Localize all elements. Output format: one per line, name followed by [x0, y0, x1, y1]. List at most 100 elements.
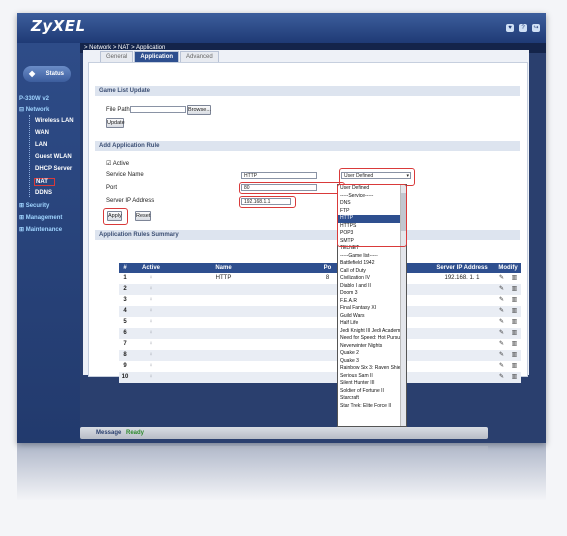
dropdown-option[interactable]: Serious Sam II: [338, 373, 406, 381]
dropdown-option[interactable]: Civilization IV: [338, 275, 406, 283]
server-ip-label: Server IP Address: [106, 198, 155, 204]
edit-icon[interactable]: ✎: [495, 350, 508, 361]
col-name: Name: [215, 265, 232, 271]
service-name-input[interactable]: HTTP: [241, 172, 317, 179]
edit-icon[interactable]: ✎: [495, 295, 508, 306]
dropdown-option[interactable]: Neverwinter Nights: [338, 343, 406, 351]
port-label: Port: [106, 185, 118, 191]
row-number: 10: [121, 374, 129, 380]
dropdown-option[interactable]: Silent Hunter III: [338, 380, 406, 388]
sidebar-group-maintenance[interactable]: ⊞ Maintenance: [19, 226, 62, 233]
top-bar: ZyXEL ♥ ? ↪: [17, 13, 546, 43]
trash-icon[interactable]: ▥: [508, 339, 521, 350]
sidebar-item-nat[interactable]: NAT: [34, 178, 55, 186]
server-ip-highlight: [239, 196, 296, 208]
edit-icon[interactable]: ✎: [495, 317, 508, 328]
browse-button[interactable]: Browse...: [187, 105, 211, 115]
lightbulb-icon[interactable]: ♀: [131, 306, 171, 317]
row-server-ip: 192.168. 1. 1: [444, 275, 480, 281]
lightbulb-icon[interactable]: ♀: [131, 350, 171, 361]
dropdown-option[interactable]: Quake 3: [338, 358, 406, 366]
lightbulb-icon[interactable]: ♀: [131, 372, 171, 383]
trash-icon[interactable]: ▥: [508, 273, 521, 284]
reset-button[interactable]: Reset: [135, 211, 151, 221]
dropdown-option[interactable]: Final Fantasy XI: [338, 305, 406, 313]
table-row: 9 ♀ ✎ ▥: [119, 361, 521, 372]
dropdown-option[interactable]: Starcraft: [338, 395, 406, 403]
active-checkbox[interactable]: ☑ Active: [106, 160, 129, 167]
dropdown-option[interactable]: Diablo I and II: [338, 283, 406, 291]
sidebar-item-guest-wlan[interactable]: Guest WLAN: [35, 154, 72, 160]
row-number: 4: [123, 308, 127, 314]
help-icon[interactable]: ?: [519, 24, 527, 32]
dropdown-option[interactable]: Jedi Knight III Jedi Academy: [338, 328, 406, 336]
dropdown-option[interactable]: Half Life: [338, 320, 406, 328]
edit-icon[interactable]: ✎: [495, 361, 508, 372]
lightbulb-icon[interactable]: ♀: [131, 361, 171, 372]
sidebar-item-wan[interactable]: WAN: [35, 130, 49, 136]
dropdown-option[interactable]: Star Trek: Elite Force II: [338, 403, 406, 411]
dropdown-option[interactable]: Guild Wars: [338, 313, 406, 321]
message-bar: Message Ready: [80, 427, 488, 439]
trash-icon[interactable]: ▥: [508, 361, 521, 372]
trash-icon[interactable]: ▥: [508, 372, 521, 383]
sidebar-item-dhcp-server[interactable]: DHCP Server: [35, 166, 72, 172]
dropdown-option[interactable]: Rainbow Six 3: Raven Shield: [338, 365, 406, 373]
table-row: 7 ♀ ✎ ▥: [119, 339, 521, 350]
dropdown-option[interactable]: F.E.A.R: [338, 298, 406, 306]
lightbulb-icon[interactable]: ♀: [131, 273, 171, 284]
status-label: Status: [45, 71, 64, 77]
trash-icon[interactable]: ▥: [508, 350, 521, 361]
trash-icon[interactable]: ▥: [508, 328, 521, 339]
trash-icon[interactable]: ▥: [508, 295, 521, 306]
dropdown-option[interactable]: -----Game list-----: [338, 253, 406, 261]
sidebar-group-security[interactable]: ⊞ Security: [19, 202, 49, 209]
sidebar-item-ddns[interactable]: DDNS: [35, 190, 52, 196]
table-row: 6 ♀ ✎ ▥: [119, 328, 521, 339]
edit-icon[interactable]: ✎: [495, 284, 508, 295]
file-path-label: File Path:: [106, 107, 132, 113]
sidebar-item-wireless-lan[interactable]: Wireless LAN: [35, 118, 74, 124]
dropdown-option[interactable]: Call of Duty: [338, 268, 406, 276]
row-name: HTTP: [215, 275, 232, 281]
col-num: #: [123, 265, 127, 271]
lightbulb-icon[interactable]: ♀: [131, 339, 171, 350]
edit-icon[interactable]: ✎: [495, 328, 508, 339]
sidebar-group-management[interactable]: ⊞ Management: [19, 214, 62, 221]
dropdown-option[interactable]: Soldier of Fortune II: [338, 388, 406, 396]
edit-icon[interactable]: ✎: [495, 273, 508, 284]
sidebar-item-lan[interactable]: LAN: [35, 142, 47, 148]
lightbulb-icon[interactable]: ♀: [131, 295, 171, 306]
row-number: 9: [123, 363, 127, 369]
service-name-label: Service Name: [106, 172, 144, 178]
wizard-icon[interactable]: ♥: [506, 24, 514, 32]
dropdown-option[interactable]: Quake 2: [338, 350, 406, 358]
lightbulb-icon[interactable]: ♀: [131, 317, 171, 328]
table-row: 2 ♀ ✎ ▥: [119, 284, 521, 295]
edit-icon[interactable]: ✎: [495, 339, 508, 350]
sidebar-group-network[interactable]: ⊟ Network: [19, 106, 49, 113]
trash-icon[interactable]: ▥: [508, 306, 521, 317]
file-path-input[interactable]: [130, 106, 186, 113]
logout-icon[interactable]: ↪: [532, 24, 540, 32]
dropdown-option[interactable]: Doom 3: [338, 290, 406, 298]
table-row: 8 ♀ ✎ ▥: [119, 350, 521, 361]
lightbulb-icon[interactable]: ♀: [131, 328, 171, 339]
status-button[interactable]: ◆ Status: [23, 66, 71, 82]
trash-icon[interactable]: ▥: [508, 284, 521, 295]
reflection-bar: [80, 446, 488, 454]
service-dropdown-list[interactable]: User Defined -----Service----- DNS FTP HTTP H…: [337, 184, 407, 427]
trash-icon[interactable]: ▥: [508, 317, 521, 328]
brand-logo: ZyXEL: [31, 17, 86, 35]
status-icon: ◆: [29, 69, 36, 78]
edit-icon[interactable]: ✎: [495, 306, 508, 317]
edit-icon[interactable]: ✎: [495, 372, 508, 383]
section-game-list-update: Game List Update: [95, 86, 520, 96]
col-server-ip: Server IP Address: [436, 265, 488, 271]
sidebar: ◆ Status P-330W v2 ⊟ Network Wireless LA…: [17, 43, 80, 443]
dropdown-option[interactable]: Need for Speed: Hot Pursuit 2: [338, 335, 406, 343]
update-button[interactable]: Update: [106, 118, 125, 128]
lightbulb-icon[interactable]: ♀: [131, 284, 171, 295]
dropdown-option[interactable]: Battlefield 1942: [338, 260, 406, 268]
row-number: 7: [123, 341, 127, 347]
